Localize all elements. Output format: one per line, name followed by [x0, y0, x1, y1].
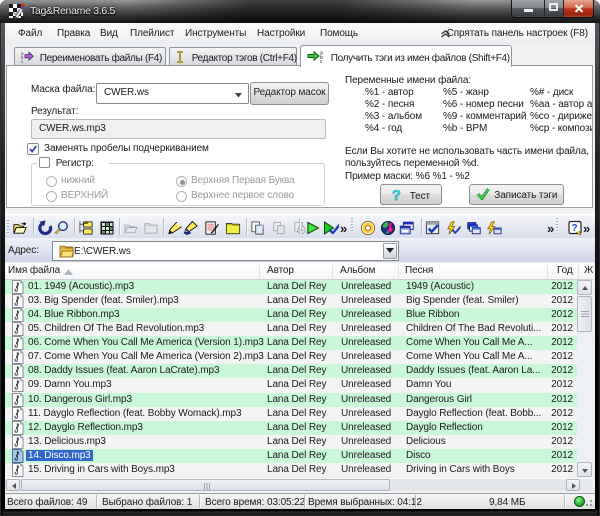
- svg-text:c: c: [21, 59, 24, 63]
- svg-text:?: ?: [392, 188, 401, 202]
- svg-text:?: ?: [572, 223, 578, 234]
